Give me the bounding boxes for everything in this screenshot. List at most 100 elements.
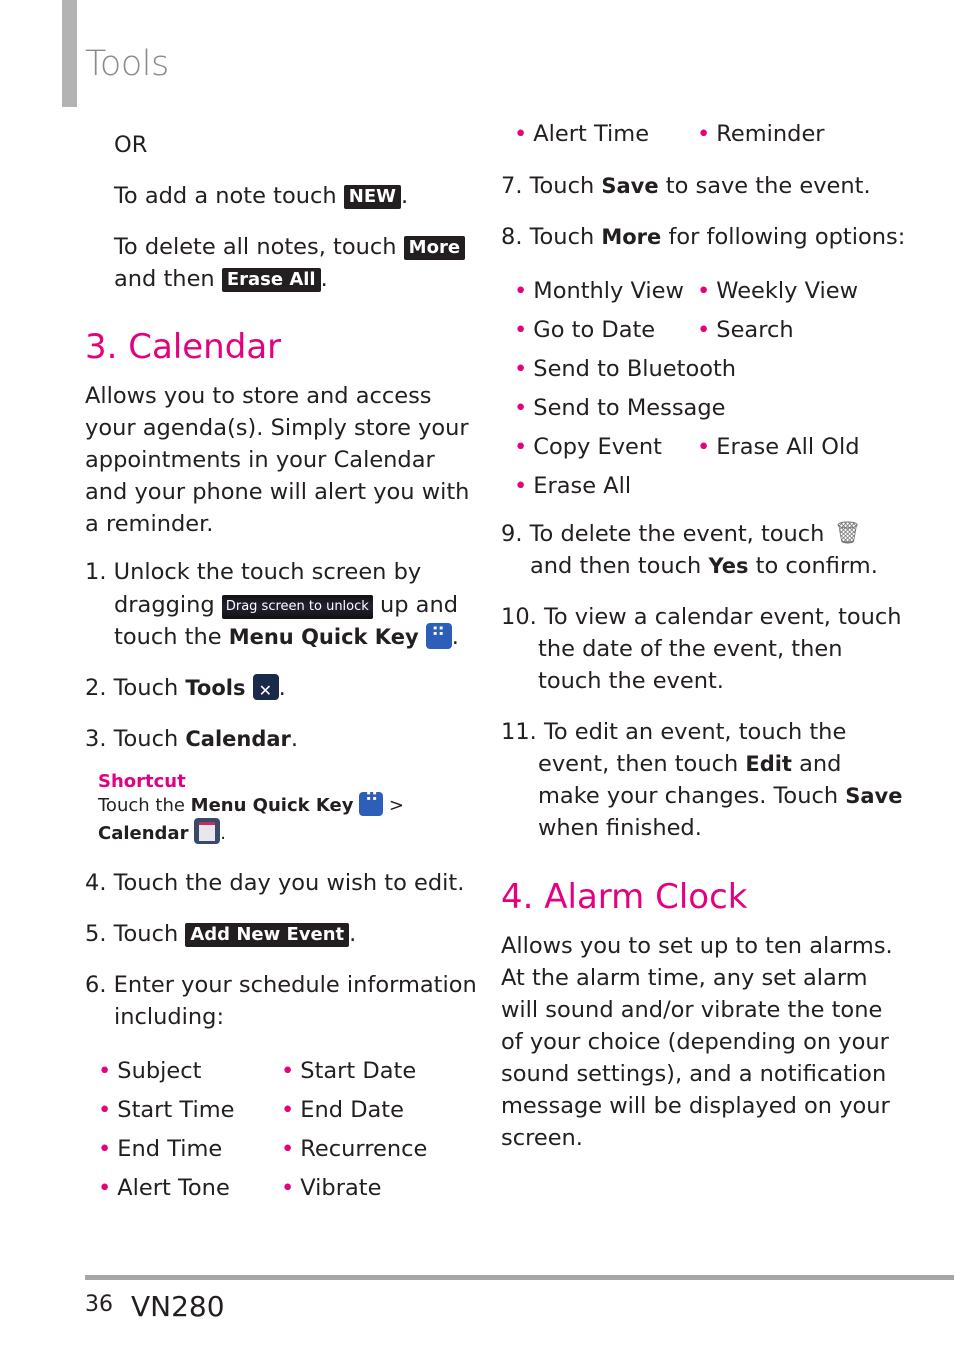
- step-4: 4. Touch the day you wish to edit.: [85, 867, 464, 899]
- step-11: 11. To edit an event, touch the: [501, 716, 846, 748]
- period: .: [320, 266, 328, 292]
- step-number: 7.: [501, 173, 523, 199]
- alarm-intro: Allows you to set up to ten alarms. At t…: [501, 930, 893, 1154]
- alarm-line: screen.: [501, 1125, 583, 1151]
- step-10-line2: the date of the event, then: [538, 636, 843, 662]
- delete-notes-line2: and then Erase All.: [114, 263, 328, 295]
- step-6: 6. Enter your schedule information: [85, 969, 477, 1001]
- step-text: dragging: [114, 592, 222, 618]
- step-text: to save the event.: [658, 173, 871, 199]
- step-number: 10.: [501, 604, 537, 630]
- fields-col2: • Start Date • End Date • Recurrence • Vibra…: [281, 1052, 427, 1208]
- menu-quick-key-icon: [359, 788, 384, 816]
- step-number: 9.: [501, 521, 523, 547]
- alarm-clock-section-title: 4. Alarm Clock: [501, 877, 748, 917]
- shortcut-text: Touch the: [98, 795, 191, 816]
- step-5: 5. Touch Add New Event.: [85, 918, 356, 950]
- step-number: 1.: [85, 559, 107, 585]
- add-note-line: To add a note touch NEW.: [114, 180, 408, 212]
- delete-notes-line: To delete all notes, touch More: [114, 231, 466, 263]
- step-text: for following options:: [661, 224, 906, 250]
- footer-rule: [85, 1275, 954, 1280]
- intro-line: Allows you to store and access: [85, 383, 432, 409]
- field-item: • Recurrence: [281, 1136, 428, 1162]
- option-item: • Erase All: [514, 473, 632, 499]
- field-item: • Reminder: [697, 121, 825, 147]
- step-text: Touch: [113, 921, 186, 947]
- field-item: • End Date: [281, 1097, 404, 1123]
- trash-icon: [832, 518, 862, 550]
- step-8: 8. Touch More for following options:: [501, 221, 905, 253]
- field-item: • End Time: [98, 1136, 223, 1162]
- calendar-intro: Allows you to store and access your agen…: [85, 380, 469, 540]
- calendar-icon: [194, 818, 221, 844]
- or-text: OR: [114, 132, 148, 158]
- step-7: 7. Touch Save to save the event.: [501, 170, 871, 202]
- shortcut-line1: Touch the Menu Quick Key >: [98, 788, 404, 818]
- save-label: Save: [845, 784, 903, 808]
- intro-line: a reminder.: [85, 511, 214, 537]
- step-text: To delete the event, touch: [529, 521, 832, 547]
- step-text: Touch: [113, 675, 186, 701]
- more-label: More: [601, 225, 662, 249]
- step-text: touch the: [114, 624, 229, 650]
- period: .: [278, 675, 286, 701]
- step-text: to confirm.: [748, 553, 878, 579]
- add-note-text: To add a note touch: [114, 183, 344, 209]
- step-9-line2: and then touch Yes to confirm.: [530, 550, 878, 582]
- calendar-section-title: 3. Calendar: [85, 327, 282, 367]
- step-1-line3: touch the Menu Quick Key .: [114, 619, 459, 653]
- step-number: 5.: [85, 921, 107, 947]
- field-item: • Alert Time: [514, 121, 650, 147]
- yes-label: Yes: [708, 554, 749, 578]
- step-9: 9. To delete the event, touch: [501, 518, 862, 550]
- calendar-label: Calendar: [185, 727, 291, 751]
- calendar-label: Calendar: [98, 823, 189, 844]
- option-item: • Weekly View: [697, 278, 859, 304]
- step-text: To view a calendar event, touch: [543, 604, 902, 630]
- alarm-line: sound settings), and a notification: [501, 1061, 887, 1087]
- step-text: and then touch: [530, 553, 709, 579]
- menu-quick-key-icon: [425, 619, 452, 651]
- step-text: event, then touch: [538, 751, 746, 777]
- page-title: Tools: [85, 44, 169, 84]
- menu-quick-key-label: Menu Quick Key: [228, 625, 419, 649]
- erase-all-button: Erase All: [221, 268, 321, 292]
- step-11-line4: when finished.: [538, 815, 702, 841]
- alarm-line: will sound and/or vibrate the tone: [501, 997, 883, 1023]
- shortcut-box: Shortcut Touch the Menu Quick Key > Cale…: [98, 771, 404, 846]
- new-button: NEW: [343, 185, 401, 209]
- step-1-line2: dragging Drag screen to unlock up and: [114, 589, 458, 621]
- step-number: 8.: [501, 224, 523, 250]
- options-col2: •Weekly View •Search . . •Erase All Old: [697, 272, 860, 467]
- tools-icon: [252, 674, 279, 707]
- field-item: • Subject: [98, 1058, 202, 1084]
- save-label: Save: [601, 174, 659, 198]
- step-text: make your changes. Touch: [538, 783, 846, 809]
- step-10: 10. To view a calendar event, touch: [501, 601, 902, 633]
- header-side-bar: [62, 0, 77, 107]
- add-new-event-button: Add New Event: [185, 923, 350, 947]
- delete-notes-text: To delete all notes, touch: [114, 234, 404, 260]
- step-number: 3.: [85, 726, 107, 752]
- alarm-line: Allows you to set up to ten alarms.: [501, 933, 893, 959]
- step-11-line2: event, then touch Edit and: [538, 748, 841, 780]
- option-item: • Search: [697, 317, 794, 343]
- step-6-line2: including:: [114, 1004, 225, 1030]
- step-number: 11.: [501, 719, 537, 745]
- step-text: up and: [372, 592, 458, 618]
- step-text: Touch: [529, 173, 602, 199]
- step-text: Touch the day you wish to edit.: [113, 870, 465, 896]
- step-text: and: [791, 751, 842, 777]
- field-item: • Start Date: [281, 1058, 417, 1084]
- step-3: 3. Touch Calendar.: [85, 723, 298, 755]
- step-2: 2. Touch Tools .: [85, 672, 286, 707]
- step-number: 4.: [85, 870, 107, 896]
- menu-quick-key-label: Menu Quick Key: [190, 795, 354, 816]
- step-text: Touch: [529, 224, 602, 250]
- more-button: More: [403, 236, 466, 260]
- intro-line: and your phone will alert you with: [85, 479, 470, 505]
- step-1: 1. Unlock the touch screen by: [85, 556, 421, 588]
- field-item: • Start Time: [98, 1097, 235, 1123]
- step-10-line3: touch the event.: [538, 668, 724, 694]
